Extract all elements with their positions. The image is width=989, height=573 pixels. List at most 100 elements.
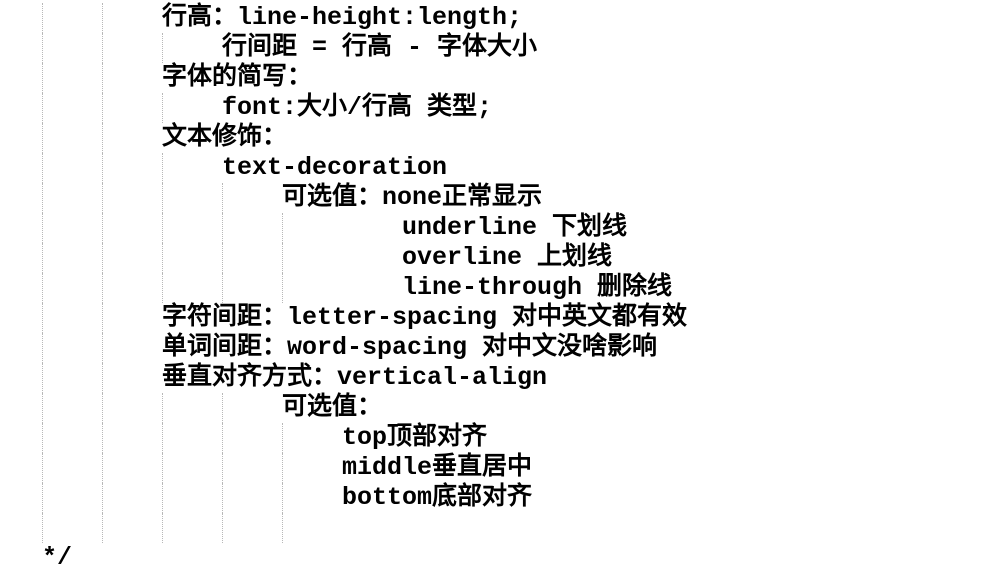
indent-guide [102, 243, 103, 273]
indent-guide [162, 513, 163, 543]
indent-guide [162, 33, 163, 63]
indent-guide [42, 333, 43, 363]
indent-guide [42, 33, 43, 63]
indent-guide [42, 3, 43, 33]
indent-guide [222, 393, 223, 423]
indent-guide [102, 63, 103, 93]
indent-guide [102, 453, 103, 483]
indent-guide [102, 333, 103, 363]
code-text: 可选值： [282, 393, 383, 422]
indent-guide [42, 63, 43, 93]
indent-guide [222, 423, 223, 453]
code-text: middle垂直居中 [342, 453, 533, 482]
indent-guide [42, 243, 43, 273]
code-text: 垂直对齐方式：vertical-align [162, 363, 548, 392]
indent-guide [162, 243, 163, 273]
indent-guide [102, 213, 103, 243]
indent-guide [102, 3, 103, 33]
indent-guide [102, 363, 103, 393]
indent-guide [42, 93, 43, 123]
code-text: 单词间距：word-spacing 对中文没啥影响 [162, 333, 658, 362]
indent-guide [282, 423, 283, 453]
code-line[interactable]: */ [0, 543, 989, 573]
code-line[interactable]: middle垂直居中 [0, 453, 989, 483]
code-text: 文本修饰： [162, 123, 288, 152]
indent-guide [102, 483, 103, 513]
indent-guide [102, 183, 103, 213]
indent-guide [222, 213, 223, 243]
code-line[interactable]: 字体的简写： [0, 63, 989, 93]
indent-guide [42, 453, 43, 483]
code-text: 字体的简写： [162, 63, 313, 92]
code-text: underline 下划线 [402, 213, 628, 242]
indent-guide [102, 303, 103, 333]
indent-guide [282, 453, 283, 483]
indent-guide [162, 423, 163, 453]
code-text: */ [42, 543, 73, 572]
code-line[interactable]: top顶部对齐 [0, 423, 989, 453]
indent-guide [42, 183, 43, 213]
code-text: 行高：line-height:length; [162, 3, 523, 32]
code-text: line-through 删除线 [402, 273, 673, 302]
indent-guide [222, 273, 223, 303]
indent-guide [162, 153, 163, 183]
indent-guide [102, 123, 103, 153]
code-text: bottom底部对齐 [342, 483, 533, 512]
code-line[interactable]: 垂直对齐方式：vertical-align [0, 363, 989, 393]
indent-guide [162, 93, 163, 123]
indent-guide [222, 453, 223, 483]
code-line[interactable]: line-through 删除线 [0, 273, 989, 303]
code-editor[interactable]: 行高：line-height:length; 行间距 = 行高 - 字体大小 字体的… [0, 3, 989, 573]
code-text: top顶部对齐 [342, 423, 488, 452]
code-line[interactable]: overline 上划线 [0, 243, 989, 273]
indent-guide [102, 93, 103, 123]
indent-guide [222, 513, 223, 543]
code-line[interactable] [0, 513, 989, 543]
code-line[interactable]: 可选值： [0, 393, 989, 423]
indent-guide [42, 423, 43, 453]
code-line[interactable]: 单词间距：word-spacing 对中文没啥影响 [0, 333, 989, 363]
code-text: text-decoration [222, 153, 448, 182]
indent-guide [282, 213, 283, 243]
indent-guide [102, 393, 103, 423]
code-line[interactable]: font:大小/行高 类型; [0, 93, 989, 123]
indent-guide [102, 153, 103, 183]
indent-guide [282, 243, 283, 273]
indent-guide [42, 303, 43, 333]
code-line[interactable]: 行高：line-height:length; [0, 3, 989, 33]
indent-guide [42, 123, 43, 153]
code-line[interactable]: 字符间距：letter-spacing 对中英文都有效 [0, 303, 989, 333]
indent-guide [42, 483, 43, 513]
code-line[interactable]: bottom底部对齐 [0, 483, 989, 513]
code-text: 行间距 = 行高 - 字体大小 [222, 33, 538, 62]
code-line[interactable]: text-decoration [0, 153, 989, 183]
code-line[interactable]: underline 下划线 [0, 213, 989, 243]
code-text: 字符间距：letter-spacing 对中英文都有效 [162, 303, 688, 332]
indent-guide [102, 33, 103, 63]
indent-guide [162, 183, 163, 213]
indent-guide [282, 273, 283, 303]
code-line[interactable]: 可选值：none正常显示 [0, 183, 989, 213]
code-line[interactable]: 行间距 = 行高 - 字体大小 [0, 33, 989, 63]
indent-guide [282, 513, 283, 543]
indent-guide [42, 153, 43, 183]
code-text: 可选值：none正常显示 [282, 183, 543, 212]
indent-guide [162, 393, 163, 423]
indent-guide [102, 423, 103, 453]
indent-guide [162, 213, 163, 243]
code-text: overline 上划线 [402, 243, 613, 272]
code-text: font:大小/行高 类型; [222, 93, 493, 122]
indent-guide [42, 513, 43, 543]
code-line[interactable]: 文本修饰： [0, 123, 989, 153]
indent-guide [282, 483, 283, 513]
indent-guide [222, 183, 223, 213]
indent-guide [222, 243, 223, 273]
indent-guide [42, 363, 43, 393]
indent-guide [162, 273, 163, 303]
indent-guide [102, 513, 103, 543]
indent-guide [42, 273, 43, 303]
indent-guide [42, 393, 43, 423]
indent-guide [162, 483, 163, 513]
indent-guide [162, 453, 163, 483]
indent-guide [222, 483, 223, 513]
